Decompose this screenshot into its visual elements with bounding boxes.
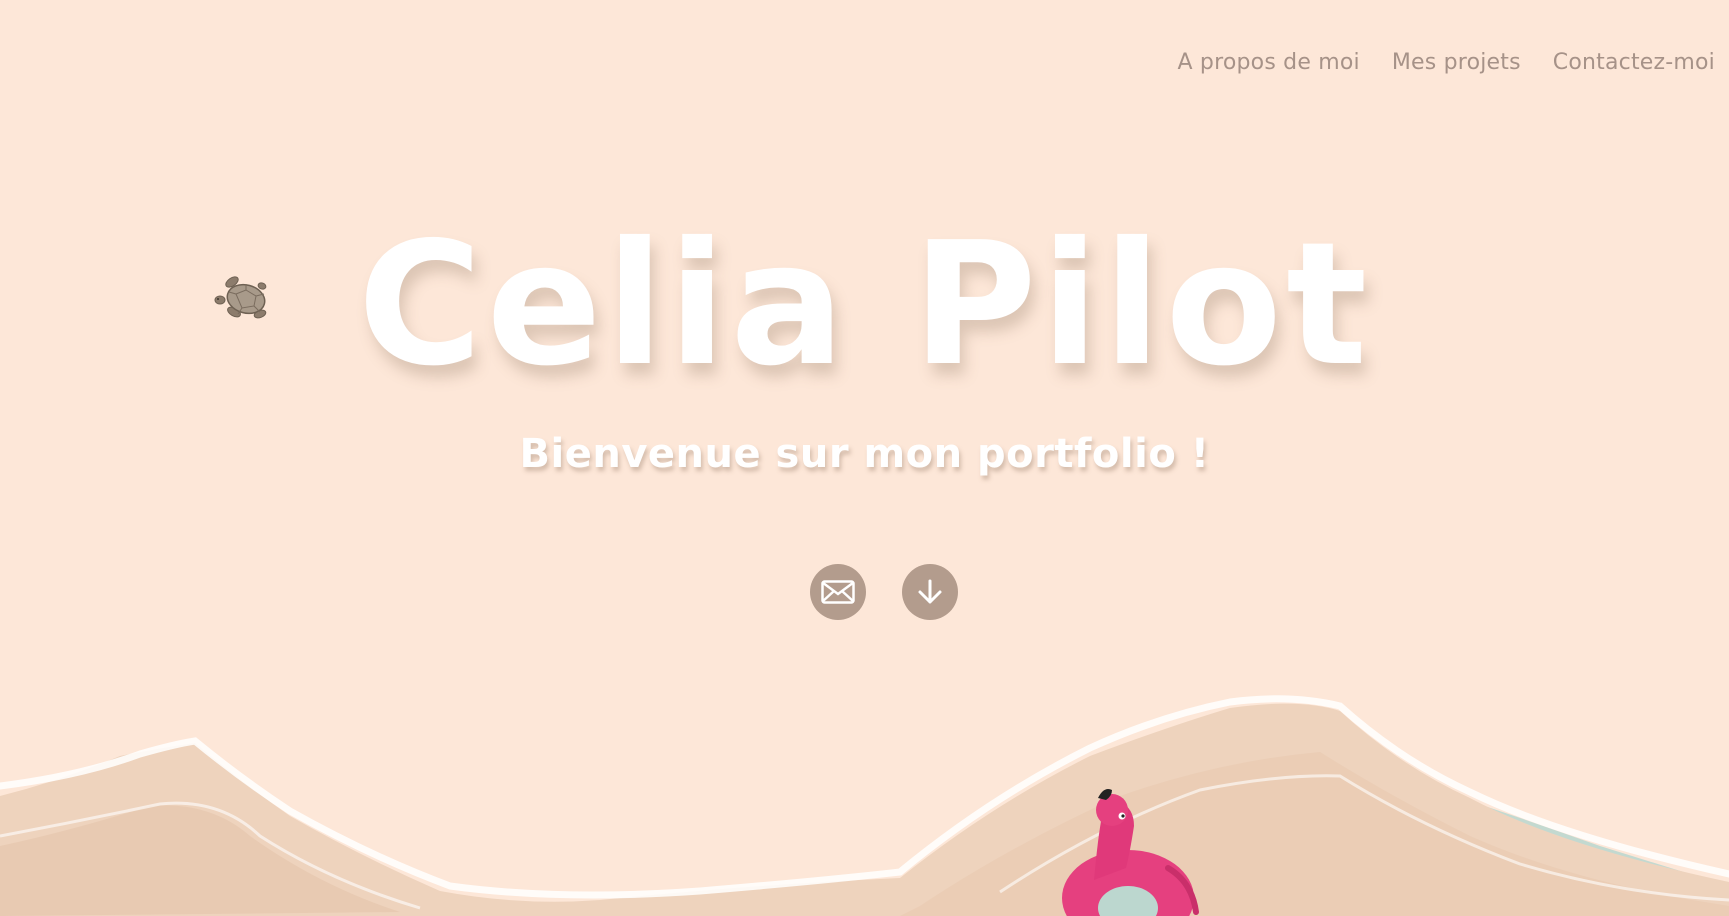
- nav-link-projects[interactable]: Mes projets: [1392, 50, 1521, 75]
- top-navigation: A propos de moi Mes projets Contactez-mo…: [1177, 50, 1715, 75]
- hero-subtitle: Bienvenue sur mon portfolio !: [519, 431, 1210, 477]
- arrow-down-icon: [918, 579, 941, 604]
- beach-illustration: [0, 695, 1729, 916]
- hero-actions: [0, 564, 1729, 620]
- scroll-down-button[interactable]: [901, 564, 958, 620]
- nav-link-about[interactable]: A propos de moi: [1177, 50, 1359, 75]
- hero-title: Celia Pilot: [357, 206, 1372, 404]
- landing-page: A propos de moi Mes projets Contactez-mo…: [0, 0, 1729, 916]
- email-button[interactable]: [809, 564, 866, 620]
- mail-icon: [820, 580, 855, 604]
- nav-link-contact[interactable]: Contactez-moi: [1553, 50, 1715, 75]
